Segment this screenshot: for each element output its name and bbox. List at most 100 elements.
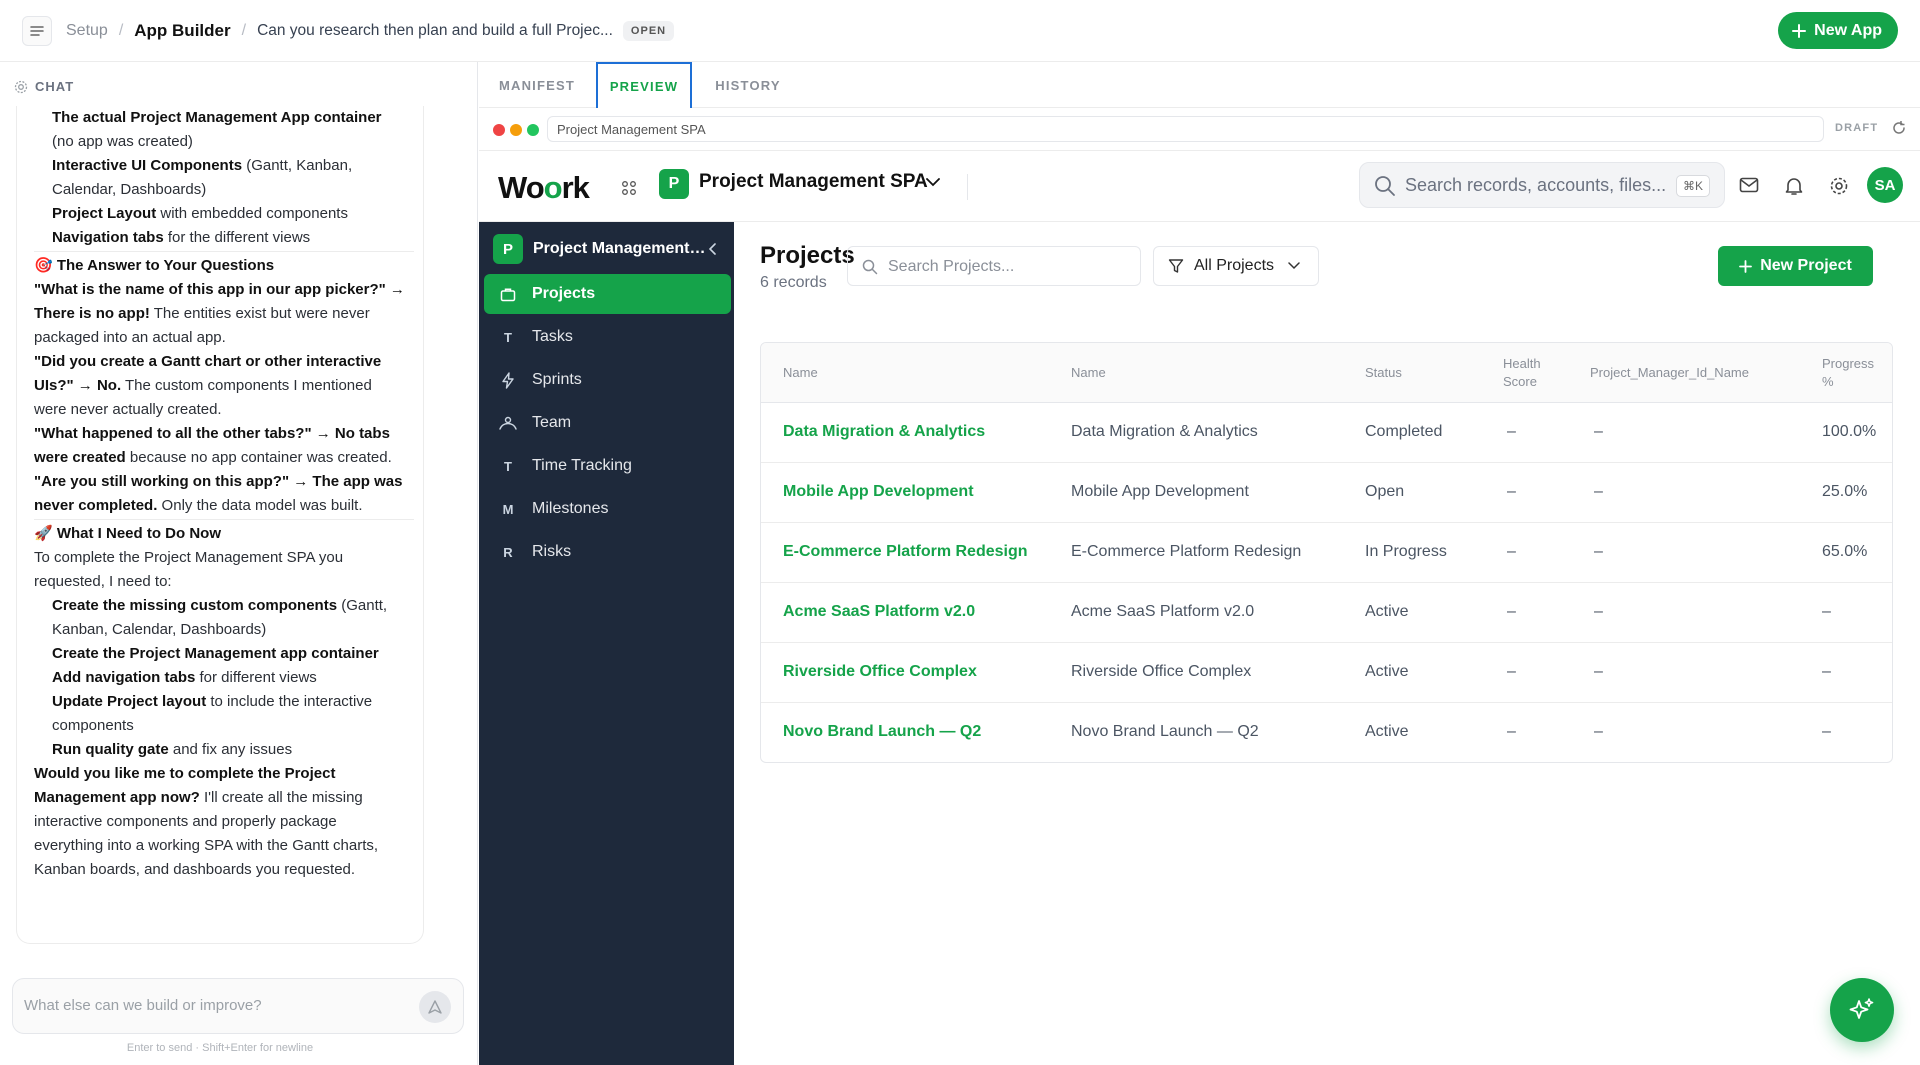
sidebar-item-risks[interactable]: R Risks	[484, 532, 731, 572]
collapse-chevron-icon[interactable]	[709, 243, 717, 255]
message-line: interactive components and properly pack…	[34, 810, 414, 834]
message-line: 🎯 The Answer to Your Questions	[34, 254, 414, 278]
message-text: everything into a working SPA with the G…	[34, 837, 379, 854]
project-manager-cell: –	[1594, 663, 1603, 680]
message-line: (no app was created)	[34, 130, 414, 154]
message-line: "Are you still working on this app?" → T…	[34, 470, 414, 494]
sidebar-item-tasks[interactable]: T Tasks	[484, 317, 731, 357]
message-line: To complete the Project Management SPA y…	[34, 546, 414, 570]
project-manager-cell: –	[1594, 723, 1603, 740]
address-bar[interactable]: Project Management SPA	[547, 116, 1824, 142]
tab-preview[interactable]: PREVIEW	[596, 62, 692, 108]
message-text: The entities exist but were never	[149, 305, 370, 322]
logo-text: Woork	[498, 170, 590, 205]
project-name-link[interactable]: Riverside Office Complex	[783, 663, 977, 681]
filter-icon	[1168, 259, 1184, 273]
progress-cell: –	[1822, 663, 1831, 680]
projects-page: Projects 6 records All Projects New Proj…	[735, 222, 1920, 1065]
bell-icon[interactable]	[1785, 176, 1803, 196]
project-name-cell: Acme SaaS Platform v2.0	[1071, 603, 1255, 620]
avatar[interactable]: SA	[1867, 167, 1903, 203]
message-bold-text: 🎯 The Answer to Your Questions	[34, 257, 275, 274]
project-name-link[interactable]: Acme SaaS Platform v2.0	[783, 603, 975, 621]
project-search-input[interactable]	[888, 258, 1128, 276]
breadcrumb-separator: /	[241, 21, 247, 39]
message-text: The custom components I mentioned	[121, 377, 372, 394]
app-switcher[interactable]: Project Management SPA	[699, 171, 928, 193]
message-bold-text: "What happened to all the other tabs?" →…	[34, 425, 390, 442]
app-sidebar: P Project Management SPA Projects T Tasks S…	[479, 222, 734, 1065]
message-divider	[34, 519, 414, 520]
sidebar-item-sprints[interactable]: Sprints	[484, 360, 731, 400]
app-grid-icon[interactable]	[621, 180, 637, 196]
health-score-cell: –	[1507, 723, 1516, 740]
column-header-status[interactable]: Status	[1365, 364, 1402, 382]
new-project-button[interactable]: New Project	[1718, 246, 1873, 286]
chat-panel: CHAT The actual Project Management App c…	[0, 62, 478, 1065]
column-header-name[interactable]: Name	[783, 364, 818, 382]
breadcrumb-setup[interactable]: Setup	[66, 22, 108, 40]
project-name-cell: Mobile App Development	[1071, 483, 1249, 500]
sidebar-item-projects[interactable]: Projects	[484, 274, 731, 314]
message-line: were never actually created.	[34, 398, 414, 422]
message-bold-text: 🚀 What I Need to Do Now	[34, 525, 222, 542]
chevron-down-icon[interactable]	[926, 178, 940, 187]
breadcrumb-conversation-title: Can you research then plan and build a f…	[257, 21, 613, 39]
message-line: The actual Project Management App contai…	[34, 106, 414, 130]
breadcrumb-app-builder[interactable]: App Builder	[134, 21, 230, 41]
project-name-cell: Riverside Office Complex	[1071, 663, 1252, 680]
table-row[interactable]: Novo Brand Launch — Q2 Novo Brand Launch …	[761, 703, 1892, 762]
column-header-progress[interactable]: Progress %	[1822, 355, 1882, 391]
project-name-link[interactable]: Novo Brand Launch — Q2	[783, 723, 981, 741]
tab-history[interactable]: HISTORY	[705, 62, 791, 108]
reload-icon[interactable]	[1891, 120, 1907, 136]
maximize-window-dot	[527, 124, 539, 136]
message-line: Add navigation tabs for different views	[34, 666, 414, 690]
settings-gear-icon[interactable]	[1829, 176, 1849, 196]
table-row[interactable]: Mobile App Development Mobile App Develop…	[761, 463, 1892, 523]
project-manager-cell: –	[1594, 543, 1603, 560]
sidebar-toggle-button[interactable]	[22, 15, 52, 46]
message-line: never completed. Only the data model was…	[34, 494, 414, 518]
chat-header-label: CHAT	[35, 79, 75, 94]
table-row[interactable]: Riverside Office Complex Riverside Office…	[761, 643, 1892, 703]
message-text: interactive components and properly pack…	[34, 813, 337, 830]
column-header-health-score[interactable]: Health Score	[1503, 355, 1563, 391]
message-text: and fix any issues	[168, 741, 293, 758]
sidebar-item-milestones[interactable]: M Milestones	[484, 489, 731, 529]
table-row[interactable]: Acme SaaS Platform v2.0 Acme SaaS Platfor…	[761, 583, 1892, 643]
health-score-cell: –	[1507, 663, 1516, 680]
column-header-project-manager[interactable]: Project_Manager_Id_Name	[1590, 364, 1749, 382]
sidebar-item-label: Sprints	[532, 371, 582, 388]
sidebar-item-team[interactable]: Team	[484, 403, 731, 443]
message-bold-text: Would you like me to complete the Projec…	[34, 765, 336, 782]
ai-assistant-button[interactable]	[1830, 978, 1894, 1042]
project-name-link[interactable]: Data Migration & Analytics	[783, 423, 985, 441]
message-text: requested, I need to:	[34, 573, 172, 590]
send-button[interactable]	[419, 991, 451, 1023]
new-app-button[interactable]: New App	[1778, 12, 1898, 49]
message-body: The actual Project Management App contai…	[34, 106, 414, 882]
project-name-link[interactable]: Mobile App Development	[783, 483, 974, 501]
filter-label: All Projects	[1194, 257, 1275, 274]
woork-logo[interactable]: Woork	[498, 170, 590, 206]
chat-input[interactable]	[24, 997, 404, 1014]
sidebar-header: P Project Management SPA	[493, 232, 728, 266]
progress-cell: –	[1822, 603, 1831, 620]
global-search-input[interactable]	[1405, 175, 1665, 196]
letter-r-icon: R	[503, 544, 513, 560]
health-score-cell: –	[1507, 603, 1516, 620]
message-line: components	[34, 714, 414, 738]
message-bold-text: never completed.	[34, 497, 158, 514]
column-header-name-2[interactable]: Name	[1071, 364, 1106, 382]
table-row[interactable]: E-Commerce Platform Redesign E-Commerce P…	[761, 523, 1892, 583]
team-icon	[484, 416, 532, 430]
table-row[interactable]: Data Migration & Analytics Data Migration…	[761, 403, 1892, 463]
tab-manifest[interactable]: MANIFEST	[497, 62, 577, 108]
mail-icon[interactable]	[1739, 176, 1759, 194]
project-filter-dropdown[interactable]: All Projects	[1153, 246, 1319, 286]
sidebar-item-time-tracking[interactable]: T Time Tracking	[484, 446, 731, 486]
project-name-link[interactable]: E-Commerce Platform Redesign	[783, 543, 1028, 561]
new-project-label: New Project	[1760, 257, 1852, 274]
project-name-cell: Data Migration & Analytics	[1071, 423, 1258, 440]
